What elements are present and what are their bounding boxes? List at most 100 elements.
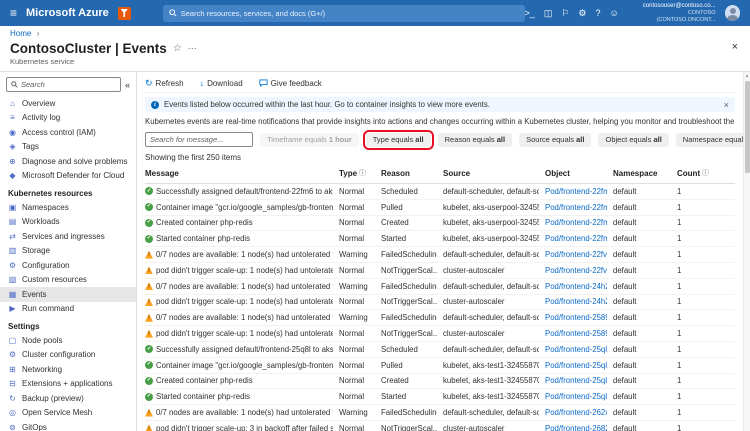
object-link[interactable]: Pod/frontend-22fm6	[545, 234, 607, 243]
global-search-input[interactable]	[181, 9, 519, 18]
table-row[interactable]: ✓Successfully assigned default/frontend-…	[145, 342, 735, 358]
sidebar-item-overview[interactable]: ⌂Overview	[0, 96, 136, 111]
cloud-shell-icon[interactable]: >_	[525, 9, 535, 18]
object-link[interactable]: Pod/frontend-22fvg	[545, 266, 607, 275]
feedback-icon[interactable]: ☺	[610, 9, 619, 18]
scroll-up-icon[interactable]: ▴	[744, 73, 750, 79]
object-link[interactable]: Pod/frontend-22fm6	[545, 203, 607, 212]
object-link[interactable]: Pod/frontend-22fm6	[545, 187, 607, 196]
avatar[interactable]	[725, 5, 740, 21]
sidebar-item-events[interactable]: ▦Events	[0, 287, 136, 302]
events-table: Message Typeⓘ Reason Source Object Namespace C…	[145, 164, 735, 431]
scrollbar-thumb[interactable]	[745, 81, 750, 173]
sidebar-item-gitops[interactable]: ⊚GitOps	[0, 420, 136, 431]
sidebar-item-workloads[interactable]: ▤Workloads	[0, 215, 136, 230]
table-row[interactable]: !pod didn't trigger scale-up: 1 node(s) …	[145, 326, 735, 342]
filter-pill-source-equals[interactable]: Source equals all	[519, 133, 591, 147]
menu-icon[interactable]: ≡	[10, 6, 17, 20]
table-row[interactable]: ✓Started container php-redisNormalStarte…	[145, 231, 735, 247]
filter-pill-namespace-equals[interactable]: Namespace equals all	[676, 133, 743, 147]
lab-icon[interactable]	[118, 7, 131, 20]
table-row[interactable]: !0/7 nodes are available: 1 node(s) had …	[145, 279, 735, 295]
sidebar-item-activity-log[interactable]: ≡Activity log	[0, 111, 136, 126]
notifications-icon[interactable]: ⚐	[561, 9, 569, 18]
sidebar-item-diagnose-and-solve-problems[interactable]: ⊕Diagnose and solve problems	[0, 154, 136, 169]
sidebar-item-services-and-ingresses[interactable]: ⇄Services and ingresses	[0, 229, 136, 244]
vertical-scrollbar[interactable]: ▴	[743, 72, 750, 431]
object-link[interactable]: Pod/frontend-25q8l	[545, 376, 607, 385]
table-row[interactable]: !pod didn't trigger scale-up: 1 node(s) …	[145, 263, 735, 279]
give-feedback-button[interactable]: Give feedback	[259, 79, 322, 88]
column-header-source[interactable]: Source	[443, 169, 539, 178]
object-link[interactable]: Pod/frontend-22fvg	[545, 250, 607, 259]
table-row[interactable]: ✓Successfully assigned default/frontend-…	[145, 184, 735, 200]
message-cell: ✓Successfully assigned default/frontend-…	[145, 187, 333, 196]
sidebar-item-tags[interactable]: ◈Tags	[0, 140, 136, 155]
table-row[interactable]: !0/7 nodes are available: 1 node(s) had …	[145, 247, 735, 263]
azure-brand[interactable]: Microsoft Azure	[26, 7, 109, 19]
sidebar-item-open-service-mesh[interactable]: ◎Open Service Mesh	[0, 406, 136, 421]
sidebar-search[interactable]	[6, 77, 121, 92]
help-icon[interactable]: ?	[595, 9, 600, 18]
table-row[interactable]: ✓Created container php-redisNormalCreate…	[145, 216, 735, 232]
table-row[interactable]: !0/7 nodes are available: 1 node(s) had …	[145, 405, 735, 421]
download-button[interactable]: ↓ Download	[200, 79, 243, 88]
sidebar-item-cluster-configuration[interactable]: ⚙Cluster configuration	[0, 348, 136, 363]
column-header-reason[interactable]: Reason	[381, 169, 437, 178]
sidebar-item-extensions-applications[interactable]: ⊟Extensions + applications	[0, 377, 136, 392]
table-row[interactable]: !pod didn't trigger scale-up: 3 in backo…	[145, 421, 735, 431]
sidebar-item-access-control-iam[interactable]: ◉Access control (IAM)	[0, 125, 136, 140]
filter-pill-reason-equals[interactable]: Reason equals all	[438, 133, 512, 147]
object-link[interactable]: Pod/frontend-24h22	[545, 297, 607, 306]
object-link[interactable]: Pod/frontend-262xl	[545, 408, 607, 417]
directory-icon[interactable]: ◫	[544, 9, 553, 18]
sidebar-item-microsoft-defender-for-cloud[interactable]: ◆Microsoft Defender for Cloud	[0, 169, 136, 184]
object-link[interactable]: Pod/frontend-22fm6	[545, 218, 607, 227]
object-link[interactable]: Pod/frontend-25899	[545, 329, 607, 338]
object-link[interactable]: Pod/frontend-25q8l	[545, 392, 607, 401]
column-header-message[interactable]: Message	[145, 169, 333, 178]
object-link[interactable]: Pod/frontend-26825	[545, 424, 607, 431]
more-options-icon[interactable]: ⋯	[188, 43, 198, 54]
sidebar-item-configuration[interactable]: ⚙Configuration	[0, 258, 136, 273]
sidebar-item-node-pools[interactable]: ▢Node pools	[0, 333, 136, 348]
sidebar-item-label: Overview	[22, 99, 55, 108]
filter-pill-type-equals[interactable]: Type equals all	[366, 133, 431, 147]
sidebar: « ⌂Overview≡Activity log◉Access control …	[0, 72, 137, 431]
sidebar-item-custom-resources[interactable]: ▧Custom resources	[0, 273, 136, 288]
table-row[interactable]: ✓Container image "gcr.io/google_samples/…	[145, 358, 735, 374]
account-info[interactable]: contosouser@contoso.co... CONTOSO (CONTO…	[631, 3, 716, 24]
column-header-namespace[interactable]: Namespace	[613, 169, 671, 178]
column-header-type[interactable]: Typeⓘ	[339, 168, 375, 178]
table-row[interactable]: ✓Container image "gcr.io/google_samples/…	[145, 200, 735, 216]
sidebar-item-networking[interactable]: ⊞Networking	[0, 362, 136, 377]
filter-pill-object-equals[interactable]: Object equals all	[598, 133, 668, 147]
banner-close-icon[interactable]: ×	[724, 100, 729, 110]
sidebar-search-input[interactable]	[21, 80, 116, 89]
sidebar-item-namespaces[interactable]: ▣Namespaces	[0, 200, 136, 215]
favorite-star-icon[interactable]: ☆	[173, 43, 182, 54]
sidebar-item-storage[interactable]: ▥Storage	[0, 244, 136, 259]
global-search[interactable]	[163, 5, 525, 22]
table-row[interactable]: ✓Created container php-redisNormalCreate…	[145, 374, 735, 390]
collapse-sidebar-icon[interactable]: «	[125, 80, 130, 90]
object-link[interactable]: Pod/frontend-25q8l	[545, 361, 607, 370]
table-row[interactable]: !0/7 nodes are available: 1 node(s) had …	[145, 310, 735, 326]
sidebar-item-run-command[interactable]: ▶Run command	[0, 302, 136, 317]
message-search-input[interactable]	[145, 132, 253, 147]
message-cell: !pod didn't trigger scale-up: 1 node(s) …	[145, 266, 333, 275]
column-header-object[interactable]: Object	[545, 169, 607, 178]
object-link[interactable]: Pod/frontend-25899	[545, 313, 607, 322]
object-link[interactable]: Pod/frontend-25q8l	[545, 345, 607, 354]
sidebar-item-backup-preview[interactable]: ↻Backup (preview)	[0, 391, 136, 406]
close-blade-icon[interactable]: ×	[730, 41, 740, 53]
column-header-count[interactable]: Countⓘ	[677, 168, 713, 178]
refresh-button[interactable]: ↻ Refresh	[145, 79, 184, 88]
table-row[interactable]: !pod didn't trigger scale-up: 1 node(s) …	[145, 295, 735, 311]
breadcrumb-home-link[interactable]: Home	[10, 29, 31, 38]
object-link[interactable]: Pod/frontend-24h22	[545, 282, 607, 291]
settings-icon[interactable]: ⚙	[578, 9, 586, 18]
count-cell: 1	[677, 329, 713, 338]
table-row[interactable]: ✓Started container php-redisNormalStarte…	[145, 389, 735, 405]
filter-pill-timeframe-equals[interactable]: Timeframe equals 1 hour	[260, 133, 359, 147]
